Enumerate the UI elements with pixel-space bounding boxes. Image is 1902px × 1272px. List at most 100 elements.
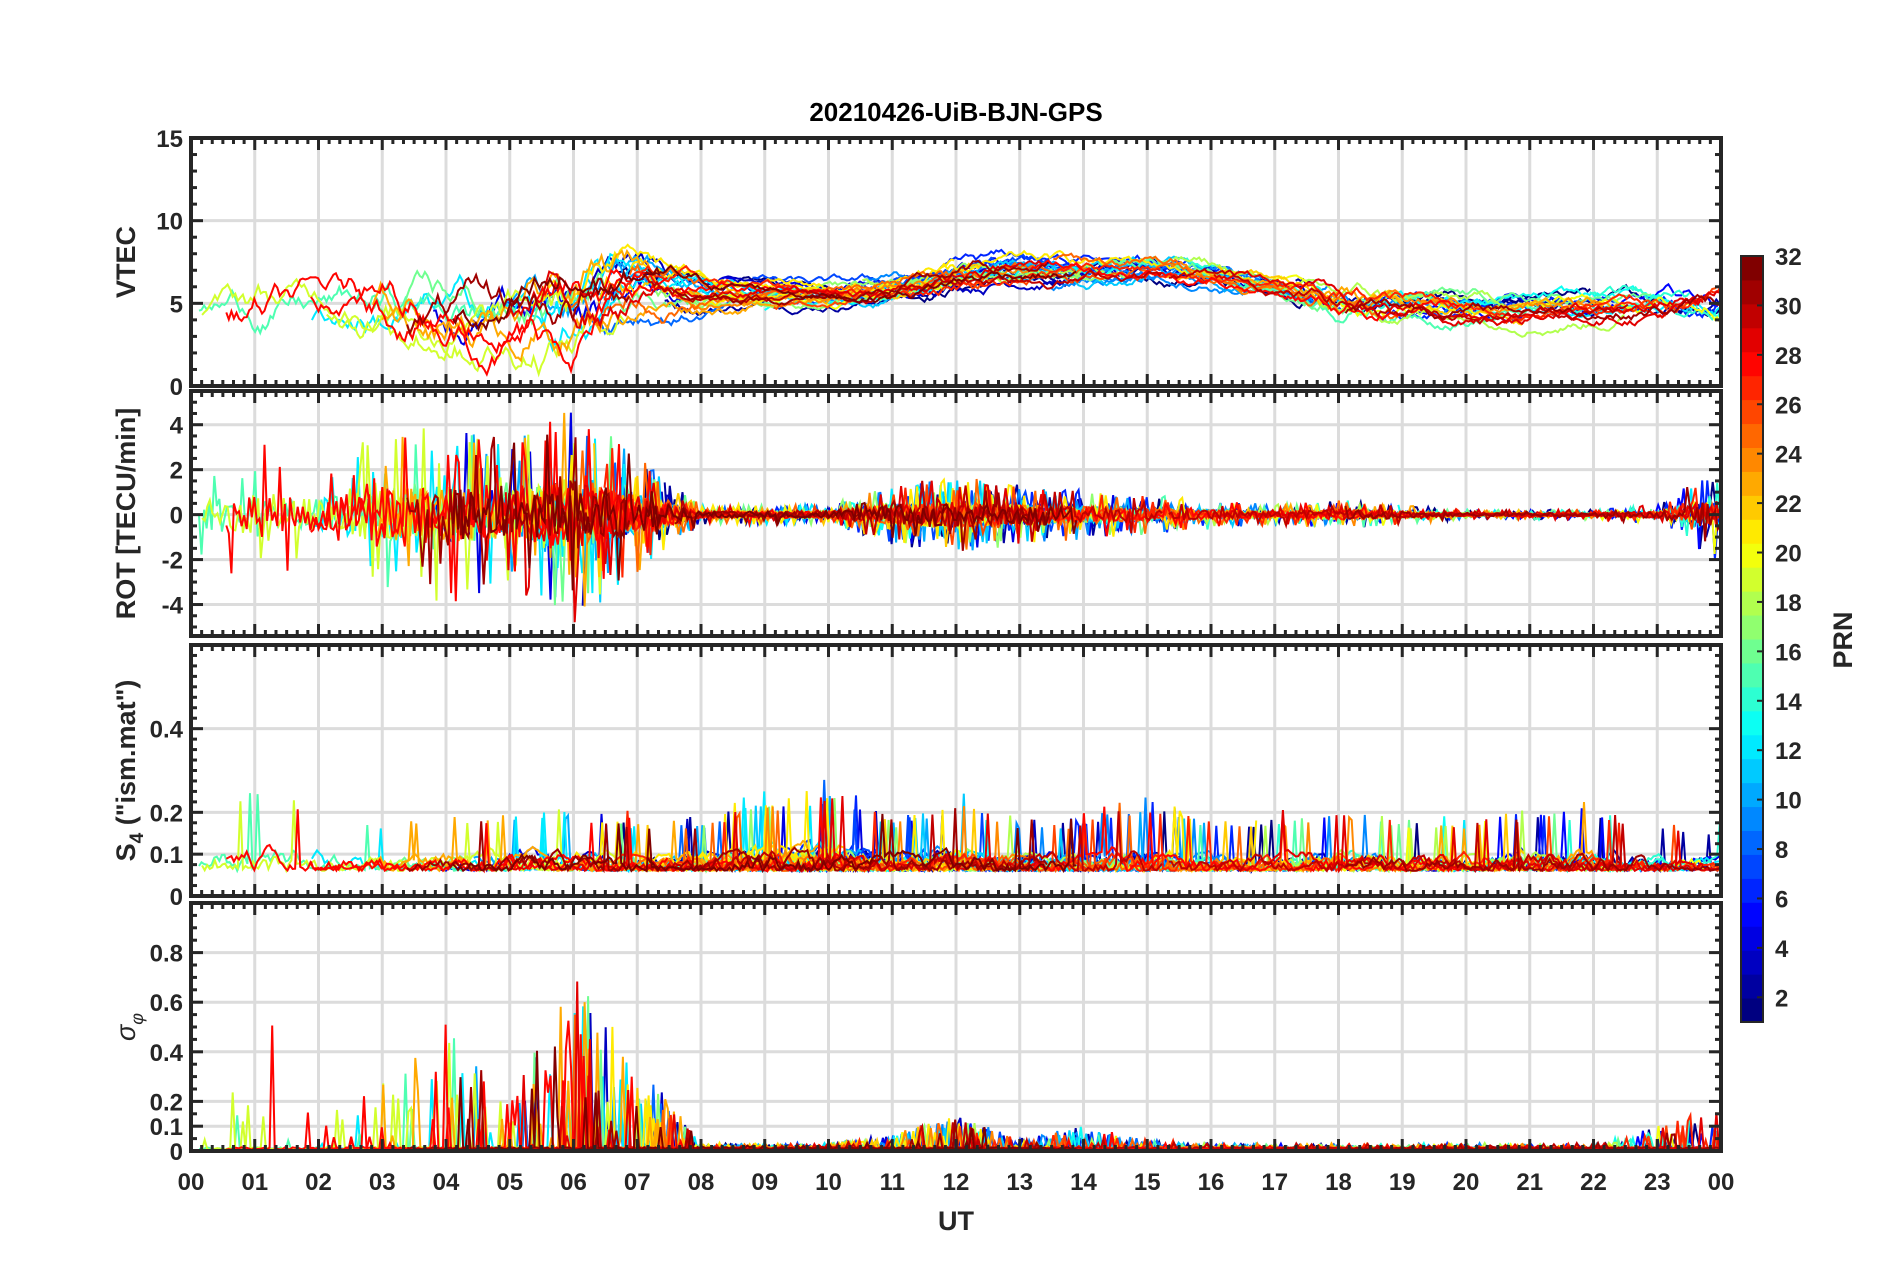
colorbar-tick-label: 4	[1775, 936, 1789, 963]
colorbar-swatch	[1741, 567, 1763, 592]
x-tick-label: 00	[178, 1169, 205, 1196]
colorbar-swatch	[1741, 854, 1763, 879]
x-tick-label: 11	[880, 1169, 905, 1196]
colorbar-swatch	[1741, 327, 1763, 353]
colorbar-tick-label: 24	[1775, 442, 1802, 469]
colorbar-swatch	[1741, 974, 1763, 999]
colorbar-tick-label: 8	[1775, 837, 1788, 864]
colorbar-tick-label: 18	[1775, 590, 1802, 617]
colorbar-tick-label: 2	[1775, 985, 1788, 1012]
x-tick-label: 15	[1134, 1169, 1161, 1196]
x-tick-label: 21	[1516, 1169, 1543, 1196]
colorbar-swatch	[1741, 662, 1763, 688]
y-axis-label-s4: S4 ("ism.mat")	[111, 680, 148, 862]
chart-title: 20210426-UiB-BJN-GPS	[809, 97, 1102, 127]
colorbar-swatch	[1741, 998, 1763, 1023]
y-tick-label: -4	[162, 593, 184, 620]
y-axis-label-sigma: σφ	[111, 1013, 147, 1041]
x-tick-label: 12	[943, 1169, 970, 1196]
y-tick-label: 10	[156, 209, 183, 236]
y-tick-label: 0.1	[150, 1114, 183, 1141]
y-tick-label: 5	[170, 291, 183, 318]
colorbar-swatch	[1741, 256, 1763, 281]
y-tick-label: 0.4	[150, 717, 184, 744]
colorbar-tick-label: 20	[1775, 541, 1802, 568]
x-tick-label: 06	[560, 1169, 587, 1196]
x-tick-label: 17	[1261, 1169, 1288, 1196]
y-axis-label-vtec: VTEC	[111, 226, 141, 298]
colorbar-swatch	[1741, 447, 1763, 472]
colorbar-swatch	[1741, 710, 1763, 736]
x-tick-label: 19	[1389, 1169, 1416, 1196]
figure: 20210426-UiB-BJN-GPS 051015VTEC-4-2024RO…	[111, 97, 1858, 1236]
panel-rot: -4 -2 0 2 4 ROT [TECU/min]	[111, 389, 1723, 638]
colorbar-swatch	[1741, 423, 1763, 448]
y-axis-label-rot: ROT [TECU/min]	[111, 408, 141, 619]
y-tick-label: 0.2	[150, 800, 183, 827]
y-tick-label: 0.8	[150, 941, 183, 968]
colorbar-swatch	[1741, 495, 1763, 520]
colorbar-swatch	[1741, 902, 1763, 927]
colorbar-swatch	[1741, 950, 1763, 975]
colorbar-tick-label: 12	[1775, 738, 1802, 765]
colorbar-swatch	[1741, 758, 1763, 784]
colorbar-swatch	[1741, 519, 1763, 544]
x-tick-label: 07	[624, 1169, 651, 1196]
x-tick-label: 04	[433, 1169, 460, 1196]
panel-s4: 0 0.1 0.2 0.4S4 ("ism.mat")	[111, 643, 1723, 911]
colorbar-label: PRN	[1828, 611, 1858, 668]
colorbar-swatch	[1741, 806, 1763, 831]
x-tick-label: 02	[305, 1169, 332, 1196]
colorbar-tick-label: 32	[1775, 244, 1802, 271]
x-tick-label: 08	[688, 1169, 715, 1196]
y-tick-label: 0	[170, 1139, 183, 1166]
x-tick-label: 10	[815, 1169, 842, 1196]
y-tick-label: 0	[170, 374, 183, 401]
colorbar-swatch	[1741, 734, 1763, 760]
y-tick-label: 4	[170, 413, 184, 440]
colorbar-swatch	[1741, 375, 1763, 401]
y-tick-label: 0.1	[150, 842, 183, 869]
x-tick-label: 13	[1006, 1169, 1033, 1196]
colorbar-swatch	[1741, 830, 1763, 855]
colorbar-swatch	[1741, 303, 1763, 329]
y-tick-label: 2	[170, 458, 183, 485]
x-tick-label: 14	[1070, 1169, 1097, 1196]
panel-vtec: 0 5 10 15 VTEC	[111, 126, 1723, 401]
x-tick-label: 00	[1708, 1169, 1735, 1196]
x-tick-label: 22	[1580, 1169, 1607, 1196]
x-tick-label: 23	[1644, 1169, 1671, 1196]
x-tick-label: 03	[369, 1169, 396, 1196]
x-axis-label: UT	[938, 1206, 974, 1236]
colorbar-tick-label: 30	[1775, 293, 1802, 320]
x-tick-label: 16	[1198, 1169, 1225, 1196]
colorbar-tick-label: 6	[1775, 886, 1788, 913]
colorbar-swatch	[1741, 686, 1763, 712]
colorbar-tick-label: 22	[1775, 491, 1802, 518]
colorbar-tick-label: 10	[1775, 788, 1802, 815]
y-tick-label: 0	[170, 503, 183, 530]
x-tick-label: 05	[496, 1169, 523, 1196]
x-tick-label: 09	[751, 1169, 778, 1196]
colorbar: 2468101214161820222426283032	[1740, 244, 1802, 1023]
colorbar-swatch	[1741, 591, 1763, 616]
colorbar-tick-label: 14	[1775, 689, 1802, 716]
y-tick-label: 15	[156, 126, 183, 153]
x-tick-label: 20	[1453, 1169, 1480, 1196]
panel-sigma: 00.10.2 0.4 0.6 0.8 σφ	[111, 901, 1723, 1166]
colorbar-swatch	[1741, 471, 1763, 496]
x-tick-label: 18	[1325, 1169, 1352, 1196]
colorbar-swatch	[1741, 279, 1763, 305]
y-tick-label: 0	[170, 884, 183, 911]
colorbar-swatch	[1741, 543, 1763, 568]
y-tick-label: 0.6	[150, 990, 183, 1017]
colorbar-tick-label: 16	[1775, 639, 1802, 666]
colorbar-tick-label: 26	[1775, 392, 1802, 419]
y-tick-label: -2	[162, 548, 183, 575]
y-tick-label: 0.2	[150, 1089, 183, 1116]
colorbar-tick-label: 28	[1775, 343, 1802, 370]
colorbar-swatch	[1741, 615, 1763, 640]
x-tick-label: 01	[241, 1169, 268, 1196]
colorbar-swatch	[1741, 782, 1763, 808]
y-tick-label: 0.4	[150, 1040, 184, 1067]
